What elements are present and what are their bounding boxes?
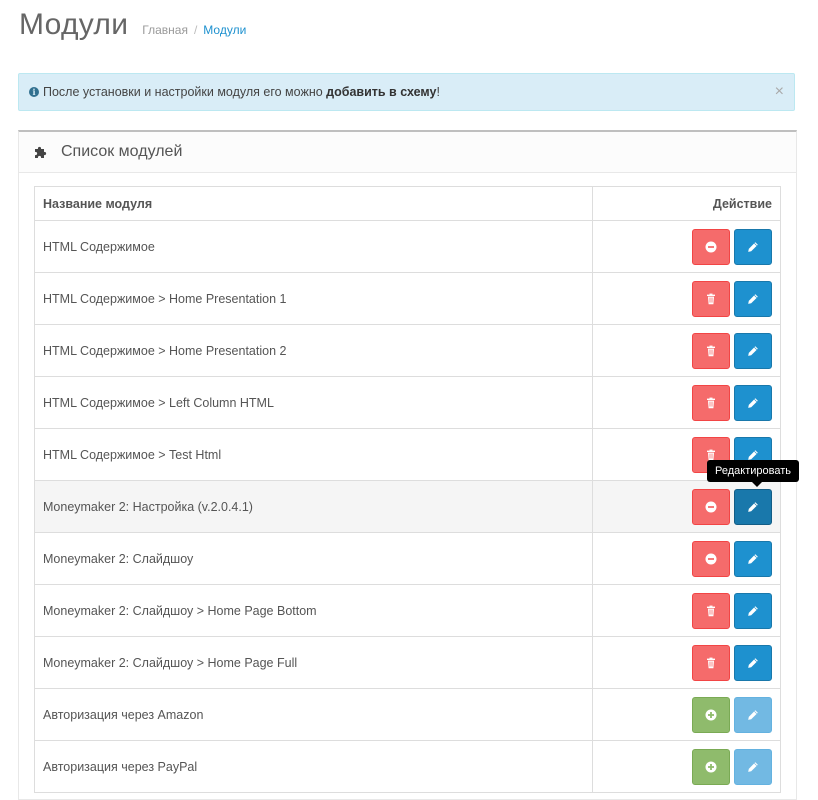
module-actions bbox=[592, 376, 781, 429]
module-name: Moneymaker 2: Настройка (v.2.0.4.1) bbox=[34, 480, 593, 533]
pencil-icon bbox=[748, 449, 758, 460]
edit-button bbox=[734, 696, 772, 733]
module-actions bbox=[592, 584, 781, 637]
info-alert: i После установки и настройки модуля его… bbox=[18, 73, 795, 111]
module-actions bbox=[592, 688, 781, 741]
module-name: Авторизация через Amazon bbox=[34, 688, 593, 741]
table-row: Авторизация через PayPal bbox=[34, 740, 781, 793]
pencil-icon bbox=[748, 345, 758, 356]
column-header-action: Действие bbox=[592, 186, 781, 221]
table-row: HTML Содержимое > Left Column HTML bbox=[34, 376, 781, 429]
trash-icon bbox=[707, 657, 715, 668]
edit-button[interactable] bbox=[734, 332, 772, 369]
breadcrumb-home[interactable]: Главная bbox=[142, 23, 188, 37]
module-name: Moneymaker 2: Слайдшоу > Home Page Full bbox=[34, 636, 593, 689]
alert-text: После установки и настройки модуля его м… bbox=[43, 85, 440, 99]
page-title: Модули bbox=[19, 8, 129, 41]
pencil-icon bbox=[748, 761, 758, 772]
trash-icon bbox=[707, 449, 715, 460]
edit-tooltip: Редактировать bbox=[707, 460, 799, 487]
pencil-icon bbox=[748, 397, 758, 408]
edit-button[interactable] bbox=[734, 488, 772, 525]
edit-button[interactable] bbox=[734, 280, 772, 317]
module-name: HTML Содержимое bbox=[34, 220, 593, 273]
module-name: Moneymaker 2: Слайдшоу > Home Page Botto… bbox=[34, 584, 593, 637]
table-row: HTML Содержимое > Test Html bbox=[34, 428, 781, 481]
edit-button[interactable] bbox=[734, 384, 772, 421]
table-row: HTML Содержимое > Home Presentation 1 bbox=[34, 272, 781, 325]
plus-circle-icon bbox=[705, 761, 717, 772]
breadcrumb: Главная / Модули bbox=[142, 23, 246, 37]
table-row: Moneymaker 2: Слайдшоу > Home Page Botto… bbox=[34, 584, 781, 637]
uninstall-button[interactable] bbox=[692, 228, 730, 265]
delete-button[interactable] bbox=[692, 280, 730, 317]
module-actions bbox=[592, 740, 781, 793]
table-row: HTML Содержимое > Home Presentation 2 bbox=[34, 324, 781, 377]
trash-icon bbox=[707, 605, 715, 616]
breadcrumb-modules[interactable]: Модули bbox=[203, 23, 246, 37]
module-actions bbox=[592, 272, 781, 325]
panel-title: Список модулей bbox=[61, 143, 183, 160]
alert-text-before: После установки и настройки модуля его м… bbox=[43, 85, 327, 99]
table-row: Moneymaker 2: Слайдшоу > Home Page Full bbox=[34, 636, 781, 689]
alert-close-button[interactable]: × bbox=[775, 83, 784, 101]
module-actions bbox=[592, 324, 781, 377]
modules-panel: Список модулей Название модуля Действие … bbox=[18, 130, 797, 800]
table-row: Авторизация через Amazon bbox=[34, 688, 781, 741]
column-header-name[interactable]: Название модуля bbox=[34, 186, 593, 221]
table-row: Moneymaker 2: Настройка (v.2.0.4.1) bbox=[34, 480, 781, 533]
edit-button[interactable] bbox=[734, 644, 772, 681]
table-header-row: Название модуля Действие bbox=[34, 186, 781, 221]
module-actions bbox=[592, 480, 781, 533]
table-body: HTML Содержимое HTML Содержимое > Home Pr… bbox=[34, 220, 781, 793]
alert-text-after: ! bbox=[436, 85, 440, 99]
minus-circle-icon bbox=[705, 501, 717, 512]
pencil-icon bbox=[748, 241, 758, 252]
pencil-icon bbox=[748, 501, 758, 512]
uninstall-button[interactable] bbox=[692, 540, 730, 577]
module-name: Авторизация через PayPal bbox=[34, 740, 593, 793]
edit-button[interactable] bbox=[734, 540, 772, 577]
delete-button[interactable] bbox=[692, 644, 730, 681]
panel-heading: Список модулей bbox=[19, 132, 796, 173]
pencil-icon bbox=[748, 293, 758, 304]
uninstall-button[interactable] bbox=[692, 488, 730, 525]
pencil-icon bbox=[748, 605, 758, 616]
puzzle-icon bbox=[35, 146, 47, 158]
table-row: Moneymaker 2: Слайдшоу bbox=[34, 532, 781, 585]
install-button[interactable] bbox=[692, 696, 730, 733]
trash-icon bbox=[707, 397, 715, 408]
delete-button[interactable] bbox=[692, 384, 730, 421]
delete-button[interactable] bbox=[692, 332, 730, 369]
plus-circle-icon bbox=[705, 709, 717, 720]
modules-table: Название модуля Действие HTML Содержимое… bbox=[34, 186, 781, 793]
trash-icon bbox=[707, 293, 715, 304]
pencil-icon bbox=[748, 657, 758, 668]
edit-button[interactable] bbox=[734, 228, 772, 265]
trash-icon bbox=[707, 345, 715, 356]
module-name: HTML Содержимое > Home Presentation 1 bbox=[34, 272, 593, 325]
module-name: HTML Содержимое > Test Html bbox=[34, 428, 593, 481]
table-row: HTML Содержимое bbox=[34, 220, 781, 273]
delete-button[interactable] bbox=[692, 592, 730, 629]
minus-circle-icon bbox=[705, 241, 717, 252]
breadcrumb-separator: / bbox=[193, 23, 198, 37]
install-button[interactable] bbox=[692, 748, 730, 785]
alert-link[interactable]: добавить в схему bbox=[326, 85, 436, 99]
minus-circle-icon bbox=[705, 553, 717, 564]
edit-button bbox=[734, 748, 772, 785]
module-actions bbox=[592, 220, 781, 273]
pencil-icon bbox=[748, 553, 758, 564]
module-name: HTML Содержимое > Left Column HTML bbox=[34, 376, 593, 429]
edit-button[interactable] bbox=[734, 592, 772, 629]
module-actions bbox=[592, 636, 781, 689]
page-header: Модули Главная / Модули bbox=[19, 8, 246, 48]
pencil-icon bbox=[748, 709, 758, 720]
info-circle-icon: i bbox=[29, 87, 39, 97]
module-name: HTML Содержимое > Home Presentation 2 bbox=[34, 324, 593, 377]
module-actions bbox=[592, 532, 781, 585]
module-name: Moneymaker 2: Слайдшоу bbox=[34, 532, 593, 585]
